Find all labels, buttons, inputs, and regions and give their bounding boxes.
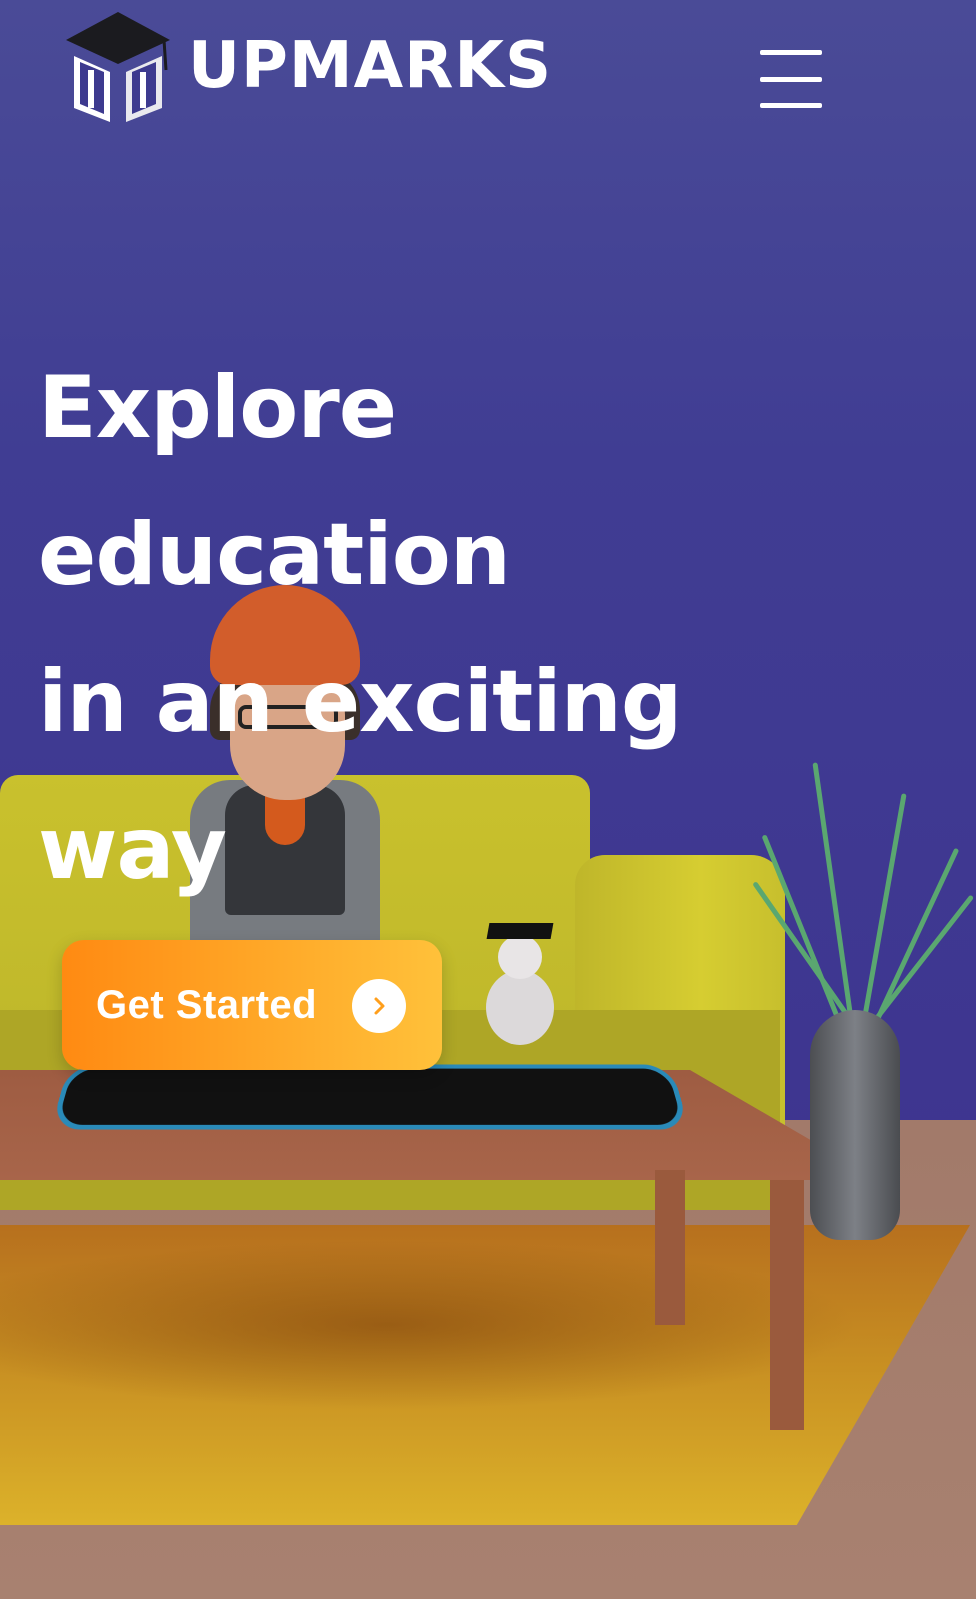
snowman-body <box>486 970 554 1045</box>
hero-title: Explore education in an exciting way <box>38 335 838 923</box>
menu-line <box>760 76 822 82</box>
brand-name[interactable]: UPMARKS <box>188 30 552 102</box>
table-leg <box>655 1170 685 1325</box>
snowman-head <box>498 935 542 979</box>
tablet-device <box>50 1064 690 1130</box>
hamburger-menu-icon[interactable] <box>760 50 822 108</box>
hero-title-line: Explore <box>38 358 397 458</box>
hero-title-line: education <box>38 505 511 605</box>
get-started-label: Get Started <box>96 982 318 1027</box>
chevron-right-circle-icon <box>352 979 406 1033</box>
hero-title-line: in an exciting <box>38 652 682 752</box>
table-leg <box>770 1180 804 1430</box>
graduation-cube-logo-icon[interactable] <box>66 12 170 122</box>
snowman-figure <box>480 915 560 1065</box>
get-started-button[interactable]: Get Started <box>62 940 442 1070</box>
menu-line <box>760 103 822 108</box>
rug-shadow <box>0 1240 860 1410</box>
vase <box>810 1010 900 1240</box>
graduation-cap <box>486 923 554 939</box>
hero-title-line: way <box>38 799 227 899</box>
site-header: UPMARKS <box>0 0 976 150</box>
menu-line <box>760 50 822 55</box>
